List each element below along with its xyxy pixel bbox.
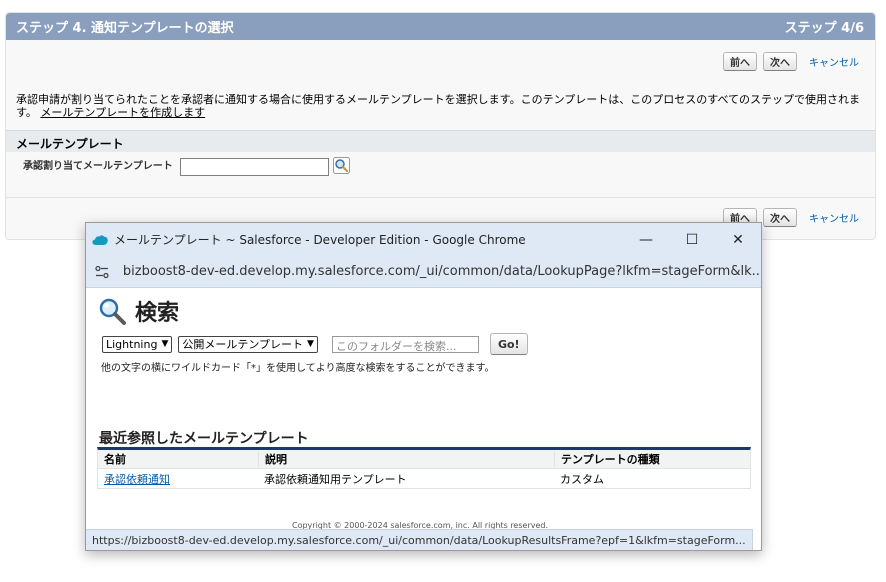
recent-templates-table: 名前 説明 テンプレートの種類 承認依頼通知 承認依頼通知用テンプレート カスタ… <box>97 447 751 489</box>
template-lookup-input[interactable] <box>180 158 329 176</box>
link-status-bar: https://bizboost8-dev-ed.develop.my.sale… <box>86 529 753 550</box>
column-header-name: 名前 <box>104 453 126 466</box>
wizard-header: ステップ 4. 通知テンプレートの選択 ステップ 4/6 <box>6 13 875 40</box>
top-button-row: 前へ 次へ キャンセル <box>723 52 859 71</box>
table-row: 承認依頼通知 承認依頼通知用テンプレート カスタム <box>98 469 750 488</box>
recent-templates-title: 最近参照したメールテンプレート <box>99 431 309 447</box>
site-settings-icon[interactable] <box>94 264 110 280</box>
chevron-down-icon: ▼ <box>161 339 169 349</box>
search-title: 検索 <box>135 301 180 326</box>
window-titlebar[interactable]: メールテンプレート ~ Salesforce - Developer Editi… <box>86 223 761 256</box>
search-controls: Lightning ▼ 公開メールテンプレート ▼ このフォルダーを検索... … <box>102 333 528 355</box>
template-description-cell: 承認依頼通知用テンプレート <box>264 472 407 486</box>
search-heading: 検索 <box>97 295 179 327</box>
chevron-down-icon: ▼ <box>307 339 314 349</box>
url-text: bizboost8-dev-ed.develop.my.salesforce.c… <box>122 264 761 279</box>
prev-button[interactable]: 前へ <box>723 52 757 71</box>
search-hint: 他の文字の横にワイルドカード「*」を使用してより高度な検索をすることができます。 <box>101 363 495 374</box>
field-label: 承認割り当てメールテンプレート <box>23 161 173 172</box>
close-icon[interactable]: ✕ <box>715 223 761 256</box>
go-button[interactable]: Go! <box>489 333 528 355</box>
wizard-step-indicator: ステップ 4/6 <box>784 21 864 36</box>
column-header-type: テンプレートの種類 <box>554 451 750 467</box>
create-template-link[interactable]: メールテンプレートを作成します <box>40 106 205 119</box>
lookup-icon[interactable] <box>333 157 350 174</box>
template-type-select[interactable]: Lightning ▼ <box>102 335 173 353</box>
template-name-cell: 承認依頼通知 <box>98 471 258 487</box>
folder-select[interactable]: 公開メールテンプレート ▼ <box>178 335 318 353</box>
wizard-title: ステップ 4. 通知テンプレートの選択 <box>16 21 234 36</box>
section-header: メールテンプレート <box>6 130 875 152</box>
salesforce-cloud-icon <box>92 234 108 245</box>
next-button-bottom[interactable]: 次へ <box>763 208 797 227</box>
template-type-cell: カスタム <box>560 472 604 486</box>
lookup-popup-window: メールテンプレート ~ Salesforce - Developer Editi… <box>85 222 762 551</box>
window-controls: — ☐ ✕ <box>623 223 761 256</box>
column-header-description: 説明 <box>258 451 554 467</box>
template-name-link[interactable]: 承認依頼通知 <box>104 473 170 486</box>
window-title: メールテンプレート ~ Salesforce - Developer Editi… <box>114 233 526 247</box>
folder-search-input[interactable]: このフォルダーを検索... <box>331 335 479 353</box>
wizard-panel: ステップ 4. 通知テンプレートの選択 ステップ 4/6 前へ 次へ キャンセル… <box>5 12 876 240</box>
maximize-icon[interactable]: ☐ <box>669 223 715 256</box>
table-header-row: 名前 説明 テンプレートの種類 <box>98 450 750 469</box>
lookup-content: 検索 Lightning ▼ 公開メールテンプレート ▼ このフォルダーを検索.… <box>86 289 761 550</box>
template-type-value: Lightning <box>106 337 158 351</box>
address-bar[interactable]: bizboost8-dev-ed.develop.my.salesforce.c… <box>86 256 761 288</box>
wizard-description: 承認申請が割り当てられたことを承認者に通知する場合に使用するメールテンプレートを… <box>16 93 869 119</box>
magnifier-icon <box>99 298 126 325</box>
cancel-button-bottom[interactable]: キャンセル <box>809 210 859 225</box>
minimize-icon[interactable]: — <box>623 223 669 256</box>
footer-divider <box>6 197 875 198</box>
cancel-button[interactable]: キャンセル <box>809 54 859 69</box>
folder-value: 公開メールテンプレート <box>182 338 304 351</box>
next-button[interactable]: 次へ <box>763 52 797 71</box>
